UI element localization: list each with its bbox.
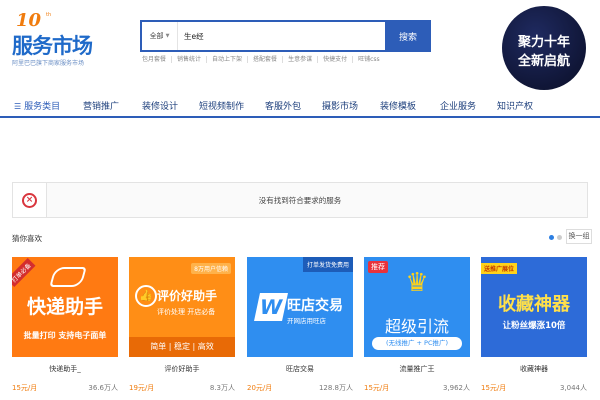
anniversary-banner[interactable]: 聚力十年 全新启航: [502, 6, 586, 90]
nav-item-label: 服务类目: [24, 102, 61, 112]
card-name[interactable]: 快递助手_: [12, 364, 118, 374]
card-tag: 8万用户信赖: [191, 263, 231, 274]
wangdian-logo-icon: W: [254, 293, 288, 321]
recommend-title: 猜你喜欢: [12, 234, 42, 243]
card-name[interactable]: 评价好助手: [129, 364, 235, 374]
card-name[interactable]: 旺店交易: [247, 364, 353, 374]
service-card[interactable]: 8万用户信赖 👍 评价好助手 评价处理 开店必备 简单 | 稳定 | 高效 评价…: [129, 257, 235, 392]
hot-keyword[interactable]: 旺铺css: [352, 56, 385, 63]
main-nav: ☰ 服务类目 营销推广 装修设计 短视频制作 客服外包 摄影市场 装修模板 企业服…: [0, 96, 600, 118]
logo-name: 服务市场: [12, 34, 93, 58]
logo-anniversary-suffix: th: [46, 12, 52, 18]
card-headline: 旺店交易: [287, 298, 343, 314]
nav-enterprise[interactable]: 企业服务: [440, 99, 476, 112]
hot-keyword[interactable]: 搭配套餐: [247, 56, 282, 63]
thumbs-up-icon: 👍: [135, 285, 157, 307]
card-subline: 批量打印 支持电子面单: [23, 331, 107, 340]
card-subline: 评价处理 开店必备: [157, 308, 216, 316]
card-name[interactable]: 流量推广王: [364, 364, 470, 374]
card-headline: 收藏神器: [498, 294, 570, 315]
card-headline: 超级引流: [384, 317, 449, 336]
search-bar: 全部 ▼ 搜索: [140, 20, 431, 52]
card-image[interactable]: 打单发货免费用 W 旺店交易 开网店用旺店: [247, 257, 353, 357]
card-subline: 让粉丝爆涨10倍: [502, 321, 566, 331]
carousel-dots: [549, 235, 562, 240]
card-image[interactable]: 推荐 ♛ 超级引流 (无线推广 + PC推广): [364, 257, 470, 357]
card-image[interactable]: 打单必备 快递助手 批量打印 支持电子面单: [12, 257, 118, 357]
card-tag: 打单必备: [12, 257, 36, 288]
card-sales: 36.6万人: [88, 384, 118, 392]
menu-icon: ☰: [14, 102, 22, 111]
card-extra: 简单 | 稳定 | 高效: [129, 337, 235, 357]
search-input[interactable]: [178, 22, 385, 50]
nav-short-video[interactable]: 短视频制作: [199, 99, 244, 112]
nav-photography[interactable]: 摄影市场: [322, 99, 358, 112]
card-name[interactable]: 收藏神器: [481, 364, 587, 374]
nav-templates[interactable]: 装修模板: [380, 99, 416, 112]
nav-marketing[interactable]: 营销推广: [83, 99, 119, 112]
card-tag: 送推广展位: [481, 263, 518, 274]
nav-service-categories[interactable]: ☰ 服务类目: [14, 99, 60, 112]
service-card[interactable]: 推荐 ♛ 超级引流 (无线推广 + PC推广) 流量推广王 15元/月 3,96…: [364, 257, 470, 392]
card-headline: 快递助手: [26, 296, 103, 318]
swap-button[interactable]: 换一组: [566, 229, 592, 244]
logo-anniversary-number: 10: [16, 10, 42, 31]
chevron-down-icon: ▼: [165, 33, 170, 39]
carousel-dot[interactable]: [557, 235, 562, 240]
nav-ip[interactable]: 知识产权: [497, 99, 533, 112]
hot-keyword[interactable]: 包月套餐: [142, 56, 171, 63]
nav-decoration-design[interactable]: 装修设计: [142, 99, 178, 112]
card-price: 15元/月: [12, 384, 38, 392]
service-card[interactable]: 送推广展位 收藏神器 让粉丝爆涨10倍 收藏神器 15元/月 3,044人: [481, 257, 587, 392]
banner-line-1: 聚力十年: [517, 35, 570, 50]
hot-keyword[interactable]: 快捷支付: [317, 56, 352, 63]
card-subline: (无线推广 + PC推广): [372, 337, 462, 350]
card-price: 19元/月: [129, 384, 155, 392]
crown-icon: ♛: [405, 268, 429, 298]
express-icon: [49, 267, 87, 287]
card-sales: 3,044人: [559, 384, 587, 392]
site-logo[interactable]: 10 th 服务市场 阿里巴巴旗下商家服务市场: [12, 10, 124, 67]
hot-keyword[interactable]: 生意参谋: [282, 56, 317, 63]
nav-customer-service[interactable]: 客服外包: [265, 99, 301, 112]
card-sales: 8.3万人: [209, 384, 235, 392]
card-image[interactable]: 8万用户信赖 👍 评价好助手 评价处理 开店必备 简单 | 稳定 | 高效: [129, 257, 235, 357]
hot-keyword[interactable]: 销售统计: [171, 56, 206, 63]
notice-text: 没有找到符合要求的服务: [258, 196, 342, 205]
service-card[interactable]: 打单必备 快递助手 批量打印 支持电子面单 快递助手_ 15元/月 36.6万人: [12, 257, 118, 392]
carousel-dot[interactable]: [549, 235, 554, 240]
card-sales: 3,962人: [442, 384, 470, 392]
search-button[interactable]: 搜索: [385, 20, 431, 52]
banner-line-2: 全新启航: [517, 54, 570, 69]
card-price: 20元/月: [247, 384, 273, 392]
card-tag: 打单发货免费用: [302, 257, 353, 272]
hot-keywords: 包月套餐 销售统计 自动上下架 搭配套餐 生意参谋 快捷支付 旺铺css: [142, 56, 385, 63]
card-image[interactable]: 送推广展位 收藏神器 让粉丝爆涨10倍: [481, 257, 587, 357]
card-price: 15元/月: [481, 384, 507, 392]
search-category-select[interactable]: 全部 ▼: [142, 22, 178, 50]
logo-tagline: 阿里巴巴旗下商家服务市场: [12, 60, 85, 67]
card-price: 15元/月: [364, 384, 390, 392]
card-headline: 评价好助手: [157, 289, 218, 303]
card-subline: 开网店用旺店: [287, 317, 326, 325]
search-category-label: 全部: [149, 32, 164, 40]
card-sales: 128.8万人: [318, 384, 353, 392]
service-card[interactable]: 打单发货免费用 W 旺店交易 开网店用旺店 旺店交易 20元/月 128.8万人: [247, 257, 353, 392]
empty-result-notice: × 没有找到符合要求的服务: [12, 182, 588, 218]
hot-keyword[interactable]: 自动上下架: [206, 56, 247, 63]
